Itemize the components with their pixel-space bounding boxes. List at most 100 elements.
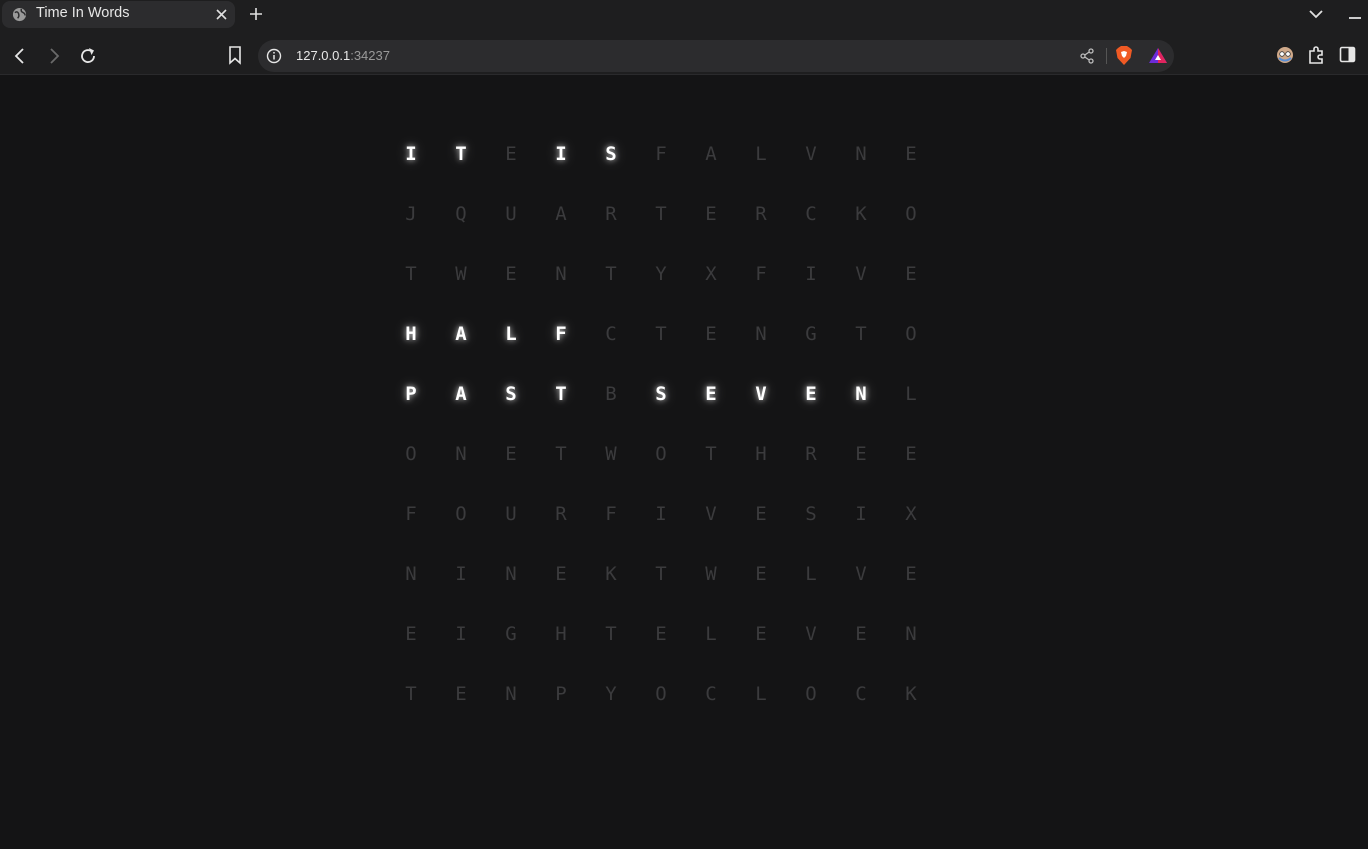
- page-content: I T E I S F A L V N E J Q U A R T E R C K O T W E N T Y X F I V E H A L F C T E…: [0, 76, 1368, 849]
- clock-letter-lit: I: [555, 143, 567, 165]
- new-tab-icon[interactable]: [248, 6, 264, 22]
- clock-letter: S: [805, 503, 817, 525]
- back-icon[interactable]: [9, 45, 31, 67]
- clock-letter-lit: L: [505, 323, 517, 345]
- address-bar[interactable]: 127.0.0.1:34237: [258, 40, 1174, 72]
- clock-letter: N: [455, 443, 467, 465]
- clock-letter: N: [405, 563, 417, 585]
- clock-letter-lit: V: [755, 383, 767, 405]
- word-clock-grid: I T E I S F A L V N E J Q U A R T E R C K O T W E N T Y X F I V E H A L F C T E…: [386, 124, 936, 724]
- clock-letter: C: [605, 323, 617, 345]
- url-port: :34237: [350, 48, 390, 63]
- site-info-icon[interactable]: [266, 48, 282, 64]
- url-text[interactable]: 127.0.0.1:34237: [296, 48, 390, 63]
- clock-letter: R: [555, 503, 567, 525]
- clock-letter: T: [555, 443, 567, 465]
- clock-letter: E: [755, 563, 767, 585]
- clock-letter: E: [455, 683, 467, 705]
- clock-letter: C: [805, 203, 817, 225]
- clock-letter: N: [555, 263, 567, 285]
- clock-letter: N: [505, 683, 517, 705]
- clock-letter: O: [405, 443, 417, 465]
- clock-letter: E: [755, 623, 767, 645]
- extension-avatar-icon[interactable]: [1276, 46, 1294, 64]
- clock-letter: R: [605, 203, 617, 225]
- clock-letter: N: [755, 323, 767, 345]
- clock-letter: C: [855, 683, 867, 705]
- clock-letter: I: [455, 563, 467, 585]
- clock-letter: E: [705, 323, 717, 345]
- clock-letter: F: [755, 263, 767, 285]
- clock-letter: V: [805, 623, 817, 645]
- clock-letter-lit: F: [555, 323, 567, 345]
- clock-letter: O: [905, 203, 917, 225]
- minimize-icon[interactable]: [1346, 4, 1364, 24]
- clock-letter: N: [905, 623, 917, 645]
- clock-letter: W: [605, 443, 617, 465]
- clock-letter: C: [705, 683, 717, 705]
- clock-letter: T: [405, 263, 417, 285]
- clock-letter: K: [855, 203, 867, 225]
- share-icon[interactable]: [1078, 47, 1096, 65]
- clock-letter: N: [855, 143, 867, 165]
- clock-letter: J: [405, 203, 417, 225]
- clock-letter: X: [705, 263, 717, 285]
- clock-letter: O: [905, 323, 917, 345]
- clock-letter: I: [855, 503, 867, 525]
- clock-letter-lit: E: [805, 383, 817, 405]
- clock-letter: E: [855, 443, 867, 465]
- clock-letter: X: [905, 503, 917, 525]
- clock-letter-lit: T: [455, 143, 467, 165]
- clock-letter: Y: [655, 263, 667, 285]
- clock-letter: E: [905, 143, 917, 165]
- clock-letter: T: [705, 443, 717, 465]
- clock-letter: N: [505, 563, 517, 585]
- clock-letter: T: [655, 323, 667, 345]
- clock-letter: T: [655, 563, 667, 585]
- forward-icon[interactable]: [43, 45, 65, 67]
- close-icon[interactable]: [215, 8, 228, 21]
- clock-letter-lit: N: [855, 383, 867, 405]
- clock-letter: E: [555, 563, 567, 585]
- clock-letter: O: [655, 683, 667, 705]
- bookmark-icon[interactable]: [226, 45, 244, 65]
- clock-letter: E: [505, 443, 517, 465]
- browser-toolbar: 127.0.0.1:34237: [0, 37, 1368, 75]
- clock-letter: E: [905, 443, 917, 465]
- clock-letter: E: [905, 263, 917, 285]
- clock-letter: T: [655, 203, 667, 225]
- tab-bar: Time In Words: [0, 0, 1368, 37]
- sidebar-toggle-icon[interactable]: [1339, 46, 1356, 63]
- clock-letter: I: [655, 503, 667, 525]
- clock-letter: V: [855, 263, 867, 285]
- clock-letter: K: [605, 563, 617, 585]
- clock-letter: Q: [455, 203, 467, 225]
- clock-letter: L: [755, 683, 767, 705]
- browser-tab[interactable]: Time In Words: [2, 1, 235, 28]
- clock-letter-lit: I: [405, 143, 417, 165]
- clock-letter: F: [655, 143, 667, 165]
- clock-letter: V: [855, 563, 867, 585]
- clock-letter: T: [605, 623, 617, 645]
- brave-shields-icon[interactable]: [1115, 45, 1133, 66]
- clock-letter: E: [505, 143, 517, 165]
- clock-letter: E: [755, 503, 767, 525]
- rewards-icon[interactable]: [1148, 46, 1168, 66]
- clock-letter: V: [705, 503, 717, 525]
- clock-letter: T: [605, 263, 617, 285]
- clock-letter: E: [905, 563, 917, 585]
- clock-letter: U: [505, 203, 517, 225]
- clock-letter: W: [455, 263, 467, 285]
- clock-letter: B: [605, 383, 617, 405]
- reload-icon[interactable]: [77, 45, 99, 67]
- clock-letter: P: [555, 683, 567, 705]
- extensions-puzzle-icon[interactable]: [1306, 45, 1326, 65]
- clock-letter-lit: A: [455, 383, 467, 405]
- clock-letter: R: [805, 443, 817, 465]
- chevron-down-icon[interactable]: [1308, 8, 1324, 20]
- clock-letter: L: [705, 623, 717, 645]
- clock-letter: F: [605, 503, 617, 525]
- clock-letter: E: [705, 203, 717, 225]
- clock-letter: E: [505, 263, 517, 285]
- clock-letter: L: [755, 143, 767, 165]
